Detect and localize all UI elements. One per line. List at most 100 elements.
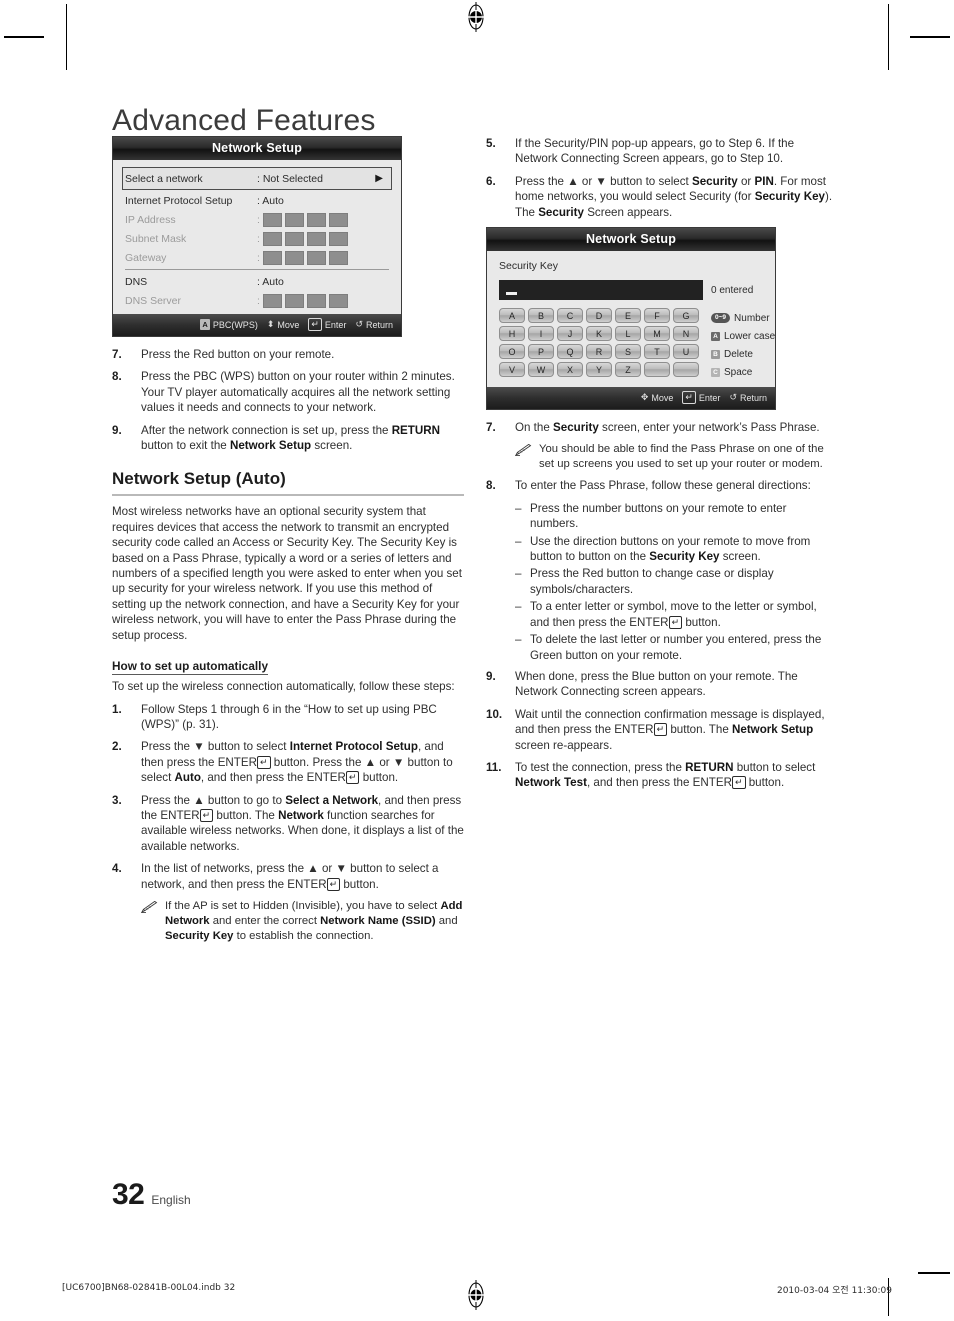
legend-label: Space bbox=[724, 366, 753, 378]
osd-hint-label: Return bbox=[365, 319, 393, 330]
keyboard-key-x[interactable]: X bbox=[557, 362, 583, 378]
legend-item: A Lower case bbox=[711, 327, 775, 345]
step-text: To test the connection, press the RETURN… bbox=[515, 760, 816, 790]
bullet-dash: – bbox=[515, 600, 522, 614]
numbered-step: 7. On the Security screen, enter your net… bbox=[486, 420, 838, 435]
keyboard-key-e[interactable]: E bbox=[615, 308, 641, 324]
bullet-dash: – bbox=[515, 501, 522, 515]
osd-row-label: Gateway bbox=[125, 251, 167, 264]
keyboard-key-k[interactable]: K bbox=[586, 326, 612, 342]
keyboard-key-v[interactable]: V bbox=[499, 362, 525, 378]
step-text: Press the ▼ button to select Internet Pr… bbox=[141, 740, 453, 785]
step-number: 2. bbox=[112, 740, 122, 754]
keyboard-key-w[interactable]: W bbox=[528, 362, 554, 378]
keyboard-key-r[interactable]: R bbox=[586, 344, 612, 360]
keyboard-key-s[interactable]: S bbox=[615, 344, 641, 360]
numbered-step: 6. Press the ▲ or ▼ button to select Secu… bbox=[486, 174, 838, 220]
keyboard-key-t[interactable]: T bbox=[644, 344, 670, 360]
page-number: 32 bbox=[112, 1178, 145, 1211]
crop-mark-right-edge bbox=[918, 1272, 950, 1274]
keyboard-key-blank[interactable] bbox=[673, 362, 699, 378]
step-number: 7. bbox=[112, 348, 122, 361]
osd-row-label: IP Address bbox=[125, 213, 176, 226]
osd-row[interactable]: DNS: Auto bbox=[122, 272, 392, 291]
right-step-7: 7. On the Security screen, enter your net… bbox=[486, 420, 838, 435]
osd-row[interactable]: Gateway: bbox=[122, 248, 392, 267]
colophon-filename: [UC6700]BN68-02841B-00L04.indb 32 bbox=[62, 1283, 236, 1293]
step-text: Press the Red button on your remote. bbox=[141, 348, 335, 361]
bullet-text: To delete the last letter or number you … bbox=[530, 633, 822, 662]
chevron-right-icon[interactable]: ▶ bbox=[375, 173, 383, 184]
right-steps-top: 5. If the Security/PIN pop-up appears, go… bbox=[486, 136, 838, 220]
osd-hint-label: Move bbox=[277, 319, 300, 330]
right-step-8: 8. To enter the Pass Phrase, follow these… bbox=[486, 478, 838, 493]
osd-network-setup-body: Select a network : Not Selected ▶ Internet … bbox=[113, 160, 401, 314]
numbered-step: 8. To enter the Pass Phrase, follow these… bbox=[486, 478, 838, 493]
enter-key-icon: ↵ bbox=[682, 391, 696, 405]
keyboard-key-a[interactable]: A bbox=[499, 308, 525, 324]
keyboard-key-j[interactable]: J bbox=[557, 326, 583, 342]
numbered-step: 8. Press the PBC (WPS) button on your rou… bbox=[112, 369, 464, 415]
subsection-heading-how-to-set-up-automatically: How to set up automatically bbox=[112, 659, 269, 676]
keyboard-key-n[interactable]: N bbox=[673, 326, 699, 342]
osd-row[interactable]: Select a network : Not Selected ▶ bbox=[122, 167, 392, 190]
note-hidden-ap: If the AP is set to Hidden (Invisible), … bbox=[140, 899, 464, 944]
osd-row-label: Internet Protocol Setup bbox=[125, 194, 233, 207]
step-number: 1. bbox=[112, 702, 122, 716]
legend-label: Lower case bbox=[724, 330, 776, 342]
keyboard-key-d[interactable]: D bbox=[586, 308, 612, 324]
color-key-a-icon: A bbox=[200, 319, 210, 330]
keyboard-key-l[interactable]: L bbox=[615, 326, 641, 342]
keyboard-key-z[interactable]: Z bbox=[615, 362, 641, 378]
osd-row-value: : bbox=[257, 294, 260, 307]
keyboard-key-p[interactable]: P bbox=[528, 344, 554, 360]
keyboard-key-u[interactable]: U bbox=[673, 344, 699, 360]
keyboard-key-q[interactable]: Q bbox=[557, 344, 583, 360]
keyboard-key-b[interactable]: B bbox=[528, 308, 554, 324]
color-key-a-icon: A bbox=[711, 331, 720, 341]
page-number-block: 32 English bbox=[112, 1178, 191, 1212]
security-key-input[interactable] bbox=[499, 280, 703, 301]
nav-glyph-icon: ↺ bbox=[355, 319, 363, 329]
osd-hint: A PBC(WPS) bbox=[200, 319, 258, 330]
keyboard-key-g[interactable]: G bbox=[673, 308, 699, 324]
keyboard-key-y[interactable]: Y bbox=[586, 362, 612, 378]
step-text: When done, press the Blue button on your… bbox=[515, 669, 798, 699]
right-column: 5. If the Security/PIN pop-up appears, go… bbox=[486, 136, 838, 798]
osd-row[interactable]: DNS Server: bbox=[122, 291, 392, 310]
step-text: Wait until the connection confirmation m… bbox=[515, 707, 825, 752]
keyboard-key-m[interactable]: M bbox=[644, 326, 670, 342]
osd-row[interactable]: Internet Protocol Setup: Auto bbox=[122, 191, 392, 210]
page-language: English bbox=[151, 1193, 191, 1207]
step-text: Press the PBC (WPS) button on your route… bbox=[141, 370, 455, 415]
step-number: 6. bbox=[486, 174, 496, 188]
keyboard-key-o[interactable]: O bbox=[499, 344, 525, 360]
osd-row-value: : Not Selected bbox=[257, 172, 323, 185]
osd-hint: ↺ Return bbox=[355, 319, 393, 330]
keyboard-key-f[interactable]: F bbox=[644, 308, 670, 324]
osd-hint-label: PBC(WPS) bbox=[212, 319, 258, 330]
osd-row[interactable]: Subnet Mask: bbox=[122, 229, 392, 248]
bullet-item: – Press the number buttons on your remote… bbox=[515, 501, 838, 532]
bullet-item: – Use the direction buttons on your remot… bbox=[515, 534, 838, 565]
legend-item: B Delete bbox=[711, 345, 775, 363]
note-pass-phrase: You should be able to find the Pass Phra… bbox=[514, 442, 838, 472]
osd-hint: ↺ Return bbox=[729, 392, 767, 403]
osd-row[interactable]: IP Address: bbox=[122, 210, 392, 229]
keyboard-key-blank[interactable] bbox=[644, 362, 670, 378]
keyboard-key-h[interactable]: H bbox=[499, 326, 525, 342]
osd-hint: ↵ Enter bbox=[308, 318, 346, 331]
step-text: After the network connection is set up, … bbox=[141, 423, 440, 453]
osd-network-setup-title: Network Setup bbox=[113, 137, 401, 160]
legend-label: Number bbox=[734, 312, 770, 324]
keyboard-key-c[interactable]: C bbox=[557, 308, 583, 324]
osd-hint-label: Enter bbox=[324, 319, 347, 330]
left-steps-list: 1. Follow Steps 1 through 6 in the “How t… bbox=[112, 702, 464, 892]
osd-row-label: Select a network bbox=[125, 172, 203, 185]
numbered-step: 9. After the network connection is set up… bbox=[112, 423, 464, 454]
keyboard-key-i[interactable]: I bbox=[528, 326, 554, 342]
numbered-step: 3. Press the ▲ button to go to Select a N… bbox=[112, 793, 464, 855]
print-timestamp: 2010-03-04 오전 11:30:09 bbox=[776, 1286, 892, 1296]
keyboard-row: ABCDEFG bbox=[499, 308, 703, 324]
bullet-text: Press the number buttons on your remote … bbox=[530, 501, 787, 531]
